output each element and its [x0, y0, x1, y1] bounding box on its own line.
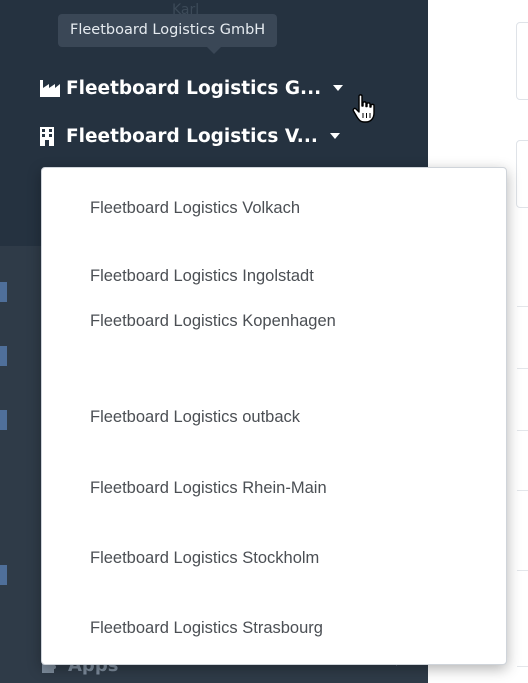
nav-marker — [0, 565, 7, 585]
org-selector-secondary-label: Fleetboard Logistics V... — [66, 125, 318, 147]
divider — [517, 666, 528, 667]
org-dropdown-menu: Fleetboard Logistics Volkach Fleetboard … — [41, 167, 507, 665]
dropdown-item[interactable]: Fleetboard Logistics Stockholm — [90, 543, 319, 573]
nav-marker — [0, 410, 7, 430]
dropdown-item[interactable]: Fleetboard Logistics Ingolstadt — [90, 261, 314, 291]
divider — [517, 430, 528, 431]
tooltip: Fleetboard Logistics GmbH — [58, 14, 278, 47]
divider — [517, 490, 528, 491]
caret-down-icon — [329, 133, 340, 139]
panel-box — [516, 140, 528, 208]
divider — [517, 368, 528, 369]
building-icon — [40, 126, 60, 146]
dropdown-item[interactable]: Fleetboard Logistics Strasbourg — [90, 613, 323, 643]
tooltip-arrow — [207, 47, 221, 54]
org-selector-primary[interactable]: Fleetboard Logistics G... — [40, 74, 344, 102]
nav-marker — [0, 346, 7, 366]
hand-cursor-icon — [352, 94, 378, 128]
nav-marker — [0, 282, 7, 302]
divider — [517, 306, 528, 307]
panel-box — [516, 22, 528, 100]
dropdown-item[interactable]: Fleetboard Logistics Volkach — [90, 193, 300, 223]
org-selector-primary-label: Fleetboard Logistics G... — [66, 77, 322, 99]
dropdown-item[interactable]: Fleetboard Logistics Rhein-Main — [90, 473, 327, 503]
org-selector-secondary[interactable]: Fleetboard Logistics V... — [40, 122, 340, 150]
dropdown-item[interactable]: Fleetboard Logistics outback — [90, 402, 300, 432]
caret-down-icon — [333, 85, 344, 91]
dropdown-item[interactable]: Fleetboard Logistics Kopenhagen — [90, 306, 336, 336]
industry-icon — [40, 79, 60, 97]
divider — [517, 570, 528, 571]
